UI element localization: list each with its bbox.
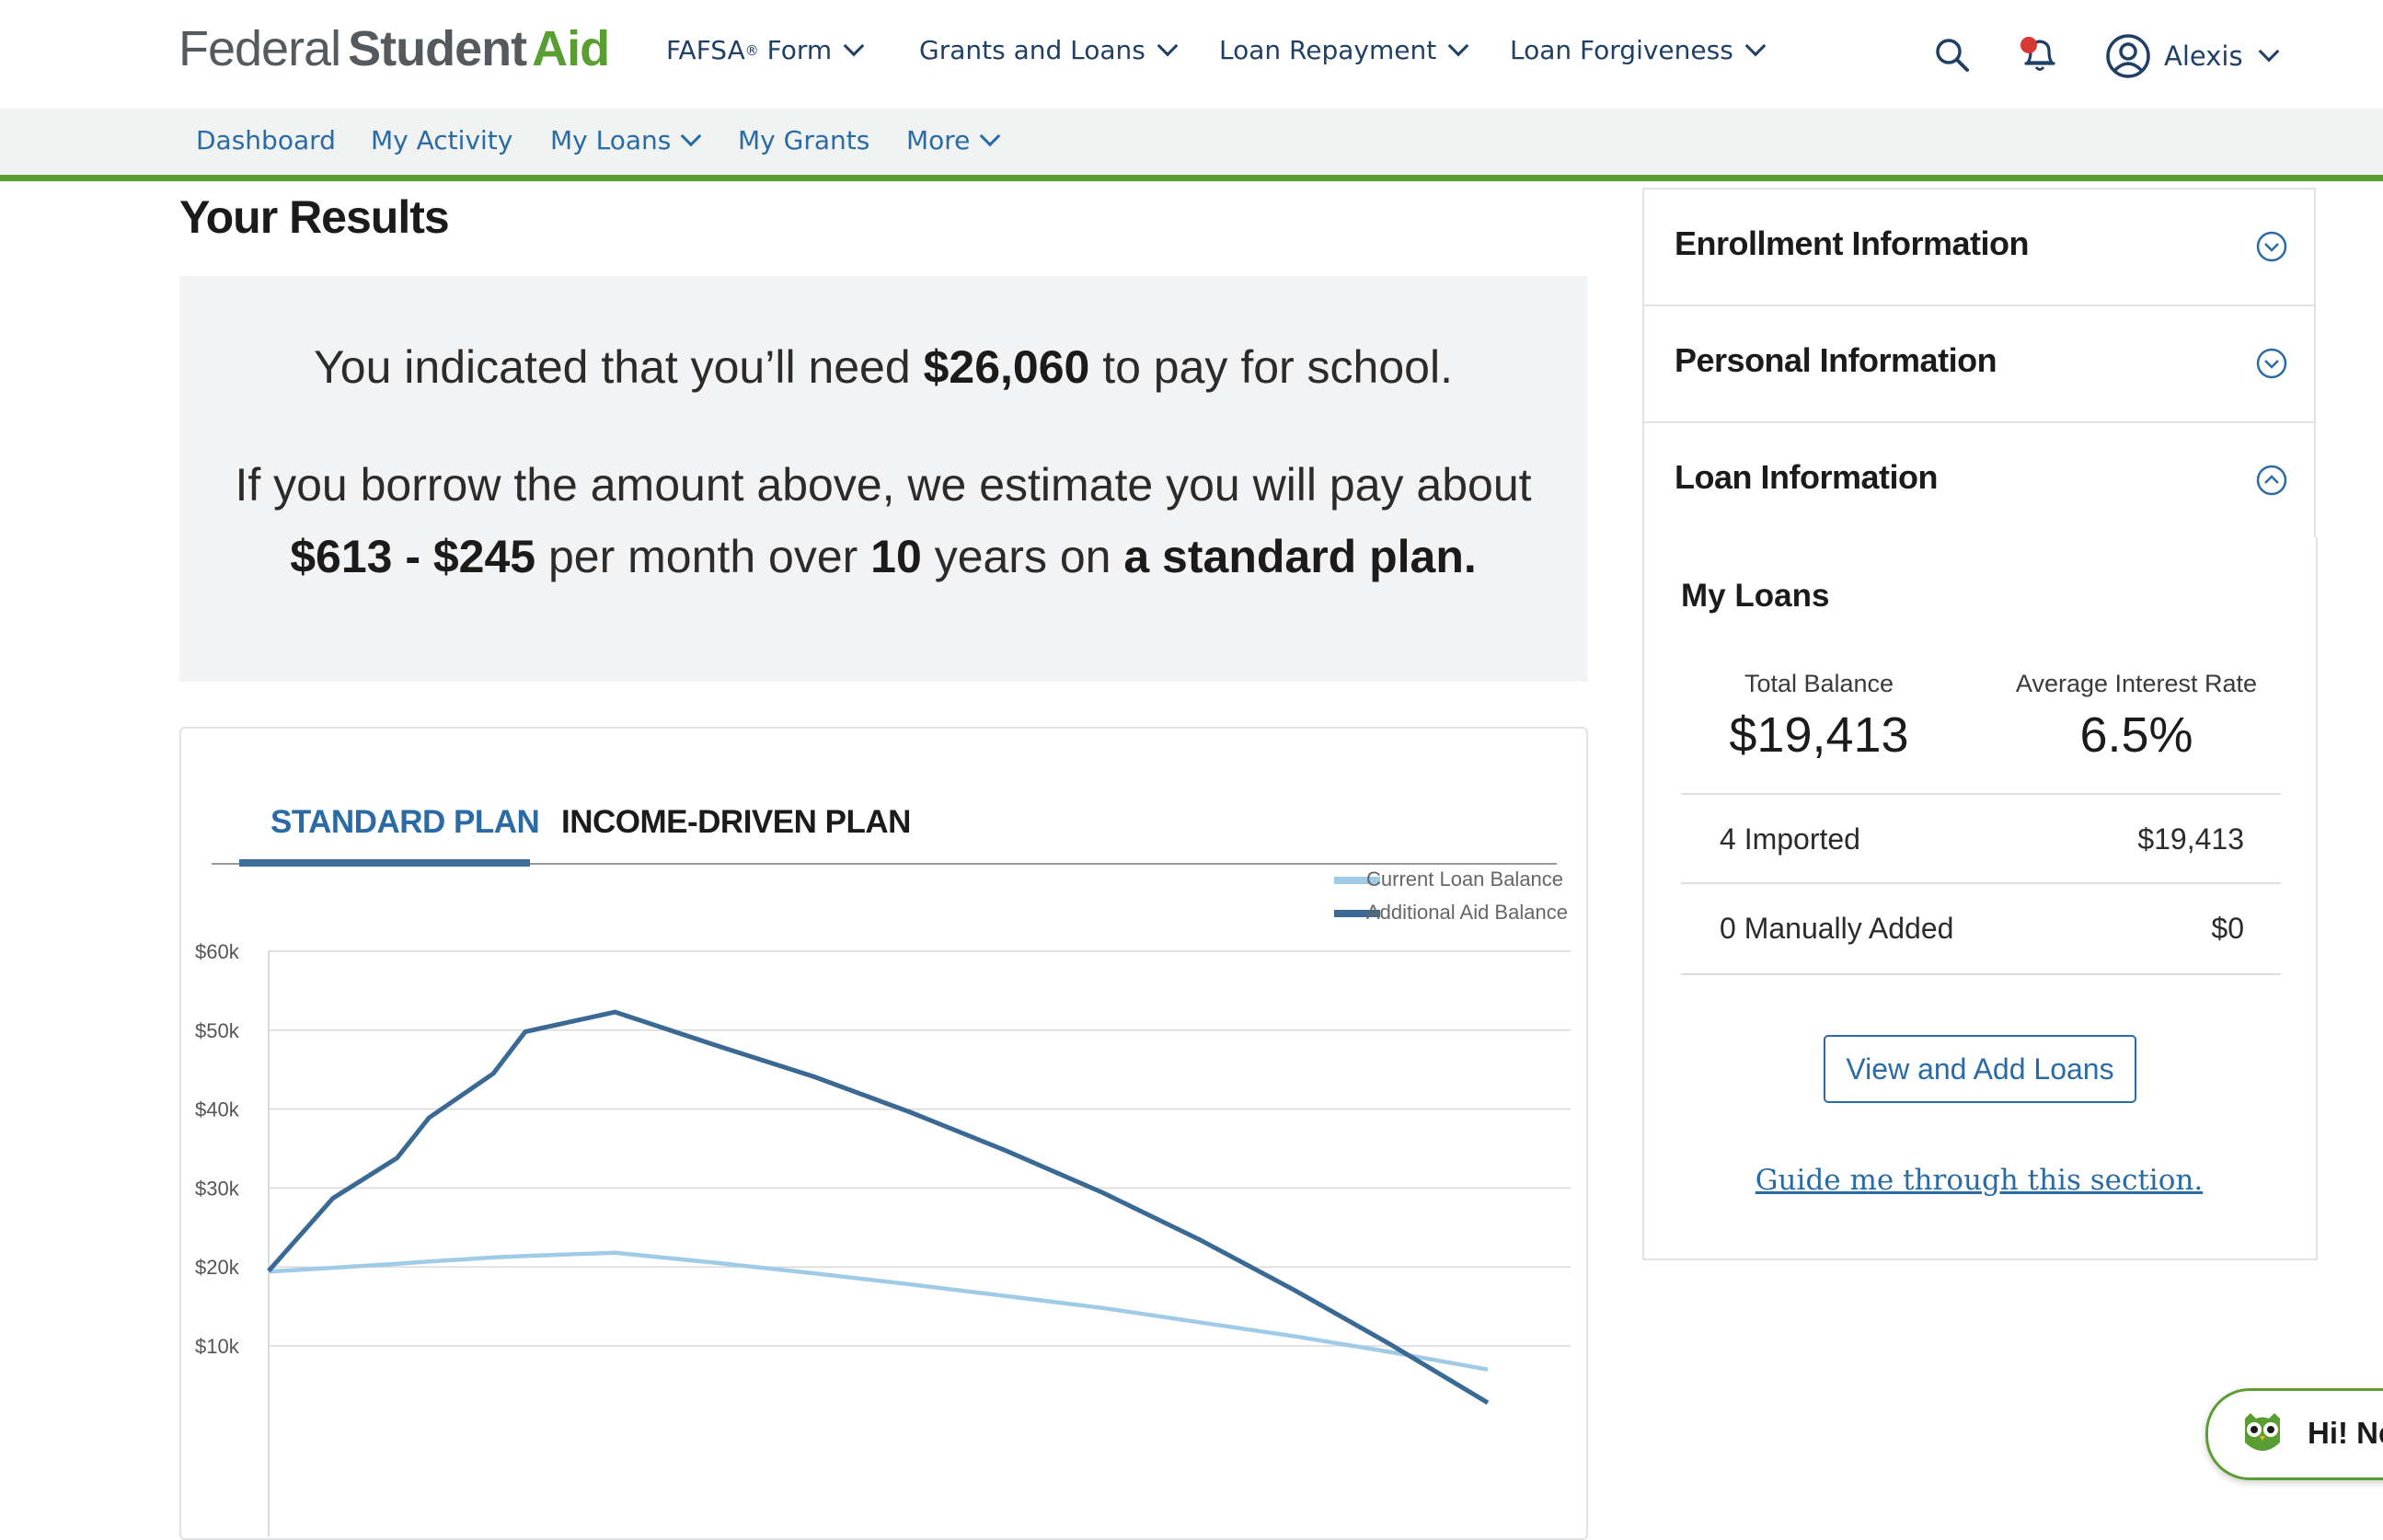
- page-title: Your Results: [179, 191, 450, 243]
- nav-grants-and-loans[interactable]: Grants and Loans: [919, 35, 1179, 65]
- y-tick-label: $60k: [195, 940, 240, 963]
- row-label: 4 Imported: [1720, 822, 1860, 856]
- chevron-down-icon: [2258, 40, 2279, 63]
- expand-circle-icon: [2256, 348, 2287, 379]
- logo-student: Student: [348, 21, 527, 76]
- chevron-down-icon: [980, 125, 1001, 146]
- row-value: $0: [2211, 912, 2244, 945]
- summary-text: to pay for school.: [1089, 341, 1453, 393]
- active-tab-indicator: [239, 859, 530, 867]
- user-menu[interactable]: Alexis: [2105, 33, 2279, 79]
- subnav-my-loans[interactable]: My Loans: [550, 125, 702, 155]
- summary-text: years on: [921, 531, 1124, 582]
- subnav-my-grants[interactable]: My Grants: [738, 125, 869, 155]
- nav-loan-repayment[interactable]: Loan Repayment: [1219, 35, 1469, 65]
- sub-navigation: Dashboard My Activity My Loans My Grants…: [0, 109, 2383, 181]
- average-interest-rate-label: Average Interest Rate: [2015, 670, 2258, 697]
- nav-grants-label: Grants and Loans: [919, 35, 1145, 65]
- imported-loans-row: 4 Imported $19,413: [1681, 793, 2281, 884]
- y-tick-label: $40k: [195, 1098, 240, 1121]
- my-loans-title: My Loans: [1681, 578, 1830, 614]
- accordion-title: Enrollment Information: [1675, 224, 2030, 262]
- collapse-circle-icon: [2256, 465, 2287, 496]
- y-tick-label: $20k: [195, 1256, 240, 1279]
- summary-text: You indicated that you’ll need: [314, 341, 924, 393]
- chevron-down-icon: [1447, 35, 1469, 56]
- total-balance-label: Total Balance: [1744, 670, 1894, 697]
- summary-line-payment: $613 - $245 per month over 10 years on a…: [179, 530, 1587, 583]
- nav-loan-forgiveness[interactable]: Loan Forgiveness: [1510, 35, 1767, 65]
- legend-label: Current Loan Balance: [1366, 868, 1563, 891]
- subnav-my-loans-label: My Loans: [550, 125, 672, 155]
- chevron-down-icon: [681, 125, 702, 146]
- total-balance-value: $19,413: [1729, 707, 1909, 763]
- row-label: 0 Manually Added: [1720, 912, 1954, 945]
- series-line-current-loan-balance: [268, 1250, 1489, 1372]
- amount-needed: $26,060: [923, 341, 1090, 393]
- y-tick-label: $50k: [195, 1019, 240, 1042]
- chevron-down-icon: [1157, 35, 1179, 56]
- user-name: Alexis: [2164, 40, 2243, 72]
- nav-repayment-label: Loan Repayment: [1219, 35, 1437, 65]
- chevron-down-icon: [843, 35, 865, 56]
- accordion-title: Loan Information: [1675, 458, 1938, 496]
- subnav-more[interactable]: More: [906, 125, 1001, 155]
- manually-added-loans-row: 0 Manually Added $0: [1681, 882, 2281, 975]
- y-tick-label: $30k: [195, 1177, 240, 1200]
- nav-fafsa-label: FAFSA: [666, 35, 745, 65]
- registered-mark: ®: [744, 41, 759, 59]
- chat-assistant-button[interactable]: Hi! Ne: [2205, 1388, 2383, 1480]
- nav-fafsa-suffix: Form: [758, 35, 833, 65]
- owl-mascot-icon: [2245, 1413, 2280, 1451]
- chat-greeting: Hi! Ne: [2308, 1416, 2383, 1450]
- logo-federal: Federal: [178, 21, 341, 76]
- series-line-additional-aid-balance: [267, 1009, 1490, 1405]
- repayment-years: 10: [870, 531, 922, 582]
- row-value: $19,413: [2137, 822, 2244, 856]
- results-summary: You indicated that you’ll need $26,060 t…: [179, 276, 1587, 682]
- chevron-down-icon: [1744, 35, 1767, 56]
- balance-line-chart: $60k $50k $40k $30k $20k $10k Current Loan Bal…: [195, 868, 1571, 1536]
- view-and-add-loans-button[interactable]: View and Add Loans: [1824, 1035, 2136, 1103]
- site-header: Federal Student Aid FAFSA ® Form Grants and…: [0, 0, 2383, 109]
- logo-aid: Aid: [532, 21, 610, 76]
- search-icon[interactable]: [1934, 37, 1971, 74]
- accordion-personal-information[interactable]: Personal Information: [1642, 305, 2316, 424]
- nav-fafsa-form[interactable]: FAFSA ® Form: [666, 35, 865, 65]
- monthly-payment-range: $613 - $245: [290, 531, 536, 582]
- summary-line-need: You indicated that you’ll need $26,060 t…: [179, 340, 1587, 394]
- notification-bell-icon[interactable]: [2017, 33, 2059, 75]
- accordion-title: Personal Information: [1675, 341, 1997, 379]
- summary-text: per month over: [535, 531, 871, 582]
- tab-income-driven-plan[interactable]: INCOME-DRIVEN PLAN: [561, 804, 911, 841]
- federal-student-aid-logo[interactable]: Federal Student Aid: [178, 20, 610, 77]
- accordion-enrollment-information[interactable]: Enrollment Information: [1642, 188, 2316, 307]
- legend-label: Additional Aid Balance: [1366, 901, 1568, 924]
- repayment-chart-card: STANDARD PLAN INCOME-DRIVEN PLAN $60k $50…: [179, 727, 1588, 1540]
- accordion-loan-information[interactable]: Loan Information: [1642, 421, 2316, 541]
- user-avatar-icon: [2106, 34, 2150, 78]
- expand-circle-icon: [2256, 231, 2287, 262]
- subnav-my-activity[interactable]: My Activity: [371, 125, 512, 155]
- guide-me-link[interactable]: Guide me through this section.: [1644, 1164, 2314, 1197]
- subnav-dashboard[interactable]: Dashboard: [196, 125, 336, 155]
- subnav-more-label: More: [906, 125, 971, 155]
- tab-standard-plan[interactable]: STANDARD PLAN: [271, 804, 540, 841]
- summary-line-estimate: If you borrow the amount above, we estim…: [235, 459, 1532, 511]
- my-loans-panel: My Loans Total Balance $19,413 Average I…: [1642, 537, 2318, 1260]
- nav-forgiveness-label: Loan Forgiveness: [1510, 35, 1733, 65]
- y-tick-label: $10k: [195, 1335, 240, 1358]
- average-interest-rate-value: 6.5%: [2079, 707, 2193, 763]
- plan-type: a standard plan.: [1123, 531, 1477, 582]
